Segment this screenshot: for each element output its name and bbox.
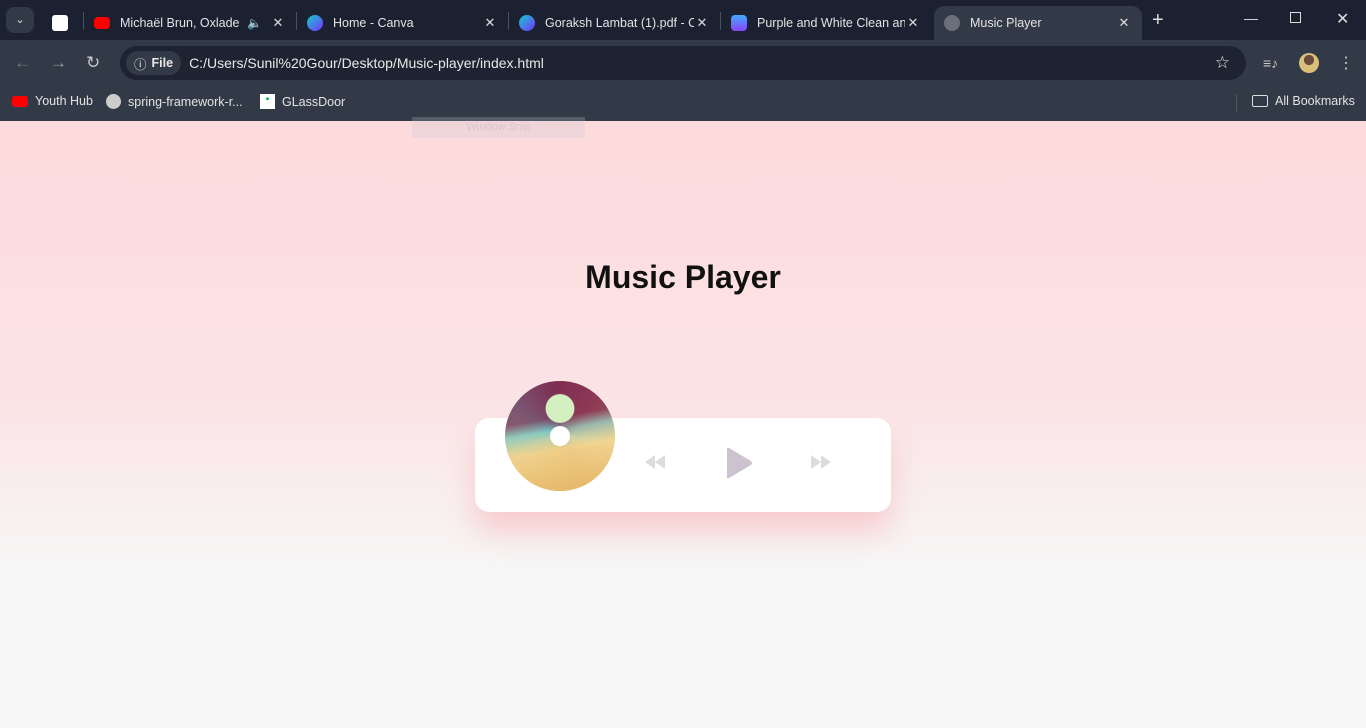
bookmark-glassdoor[interactable]: ▪ GLassDoor: [260, 94, 345, 109]
page-title: Music Player: [585, 259, 781, 295]
bookmark-spring[interactable]: spring-framework-r...: [106, 94, 243, 109]
audio-icon[interactable]: 🔈: [247, 16, 262, 30]
globe-icon: [944, 15, 960, 31]
album-art: [505, 381, 615, 491]
rewind-icon: [645, 455, 665, 469]
chatgpt-icon: [52, 15, 68, 31]
youtube-icon: [12, 95, 28, 107]
canva-icon: [307, 15, 323, 31]
toolbar: ← → ↻ ⓘ File C:/Users/Sunil%20Gour/Deskto…: [0, 40, 1366, 86]
all-bookmarks[interactable]: All Bookmarks: [1252, 94, 1355, 108]
youtube-icon: [94, 17, 110, 29]
tab-canva[interactable]: Home - Canva ✕: [297, 6, 508, 40]
play-button[interactable]: [724, 446, 754, 480]
window-snip-overlay: Window Snip: [412, 117, 585, 138]
bookmark-star-icon[interactable]: ☆: [1215, 53, 1230, 73]
close-window-button[interactable]: ✕: [1336, 9, 1349, 29]
previous-button[interactable]: [644, 453, 666, 471]
close-tab-icon[interactable]: ✕: [694, 15, 710, 31]
tab-music-player[interactable]: Music Player ✕: [934, 6, 1142, 40]
restore-button[interactable]: [1290, 12, 1301, 23]
tab-pdf[interactable]: Goraksh Lambat (1).pdf - C ✕: [509, 6, 720, 40]
canva-icon: [519, 15, 535, 31]
bookmarks-bar: Youth Hub spring-framework-r... ▪ GLassDo…: [0, 86, 1366, 121]
avatar[interactable]: [1299, 53, 1319, 73]
address-bar[interactable]: ⓘ File C:/Users/Sunil%20Gour/Desktop/Musi…: [120, 46, 1246, 80]
tab-strip: ⌄ Michaël Brun, Oxlade - 🔈 ✕ Home - Canva…: [0, 0, 1366, 40]
play-icon: [726, 447, 752, 479]
forward-button[interactable]: →: [50, 53, 67, 73]
close-tab-icon[interactable]: ✕: [482, 15, 498, 31]
glassdoor-icon: ▪: [260, 94, 275, 109]
media-control-icon[interactable]: ≡♪: [1263, 55, 1278, 71]
page-content: Window Snip Music Player: [0, 117, 1366, 728]
fast-forward-icon: [811, 455, 831, 469]
close-tab-icon[interactable]: ✕: [270, 15, 286, 31]
minimize-button[interactable]: —: [1244, 10, 1258, 26]
tab-youtube[interactable]: Michaël Brun, Oxlade - 🔈 ✕: [84, 6, 296, 40]
reload-button[interactable]: ↻: [86, 53, 100, 73]
tab-search-button[interactable]: ⌄: [6, 7, 34, 33]
back-button[interactable]: ←: [14, 53, 31, 73]
next-button[interactable]: [810, 453, 832, 471]
info-icon: ⓘ: [134, 57, 147, 72]
new-tab-button[interactable]: +: [1152, 9, 1164, 32]
menu-icon[interactable]: ⋮: [1338, 53, 1354, 73]
folder-icon: [1252, 95, 1268, 107]
close-tab-icon[interactable]: ✕: [1116, 15, 1132, 31]
app-icon: [731, 15, 747, 31]
url-text[interactable]: C:/Users/Sunil%20Gour/Desktop/Music-play…: [189, 55, 1215, 71]
tab-purple[interactable]: Purple and White Clean an ✕: [721, 6, 931, 40]
globe-icon: [106, 94, 121, 109]
site-info-chip[interactable]: ⓘ File: [126, 51, 182, 75]
bookmark-youth-hub[interactable]: Youth Hub: [12, 94, 93, 108]
close-tab-icon[interactable]: ✕: [905, 15, 921, 31]
tab-chatgpt[interactable]: [42, 6, 82, 40]
